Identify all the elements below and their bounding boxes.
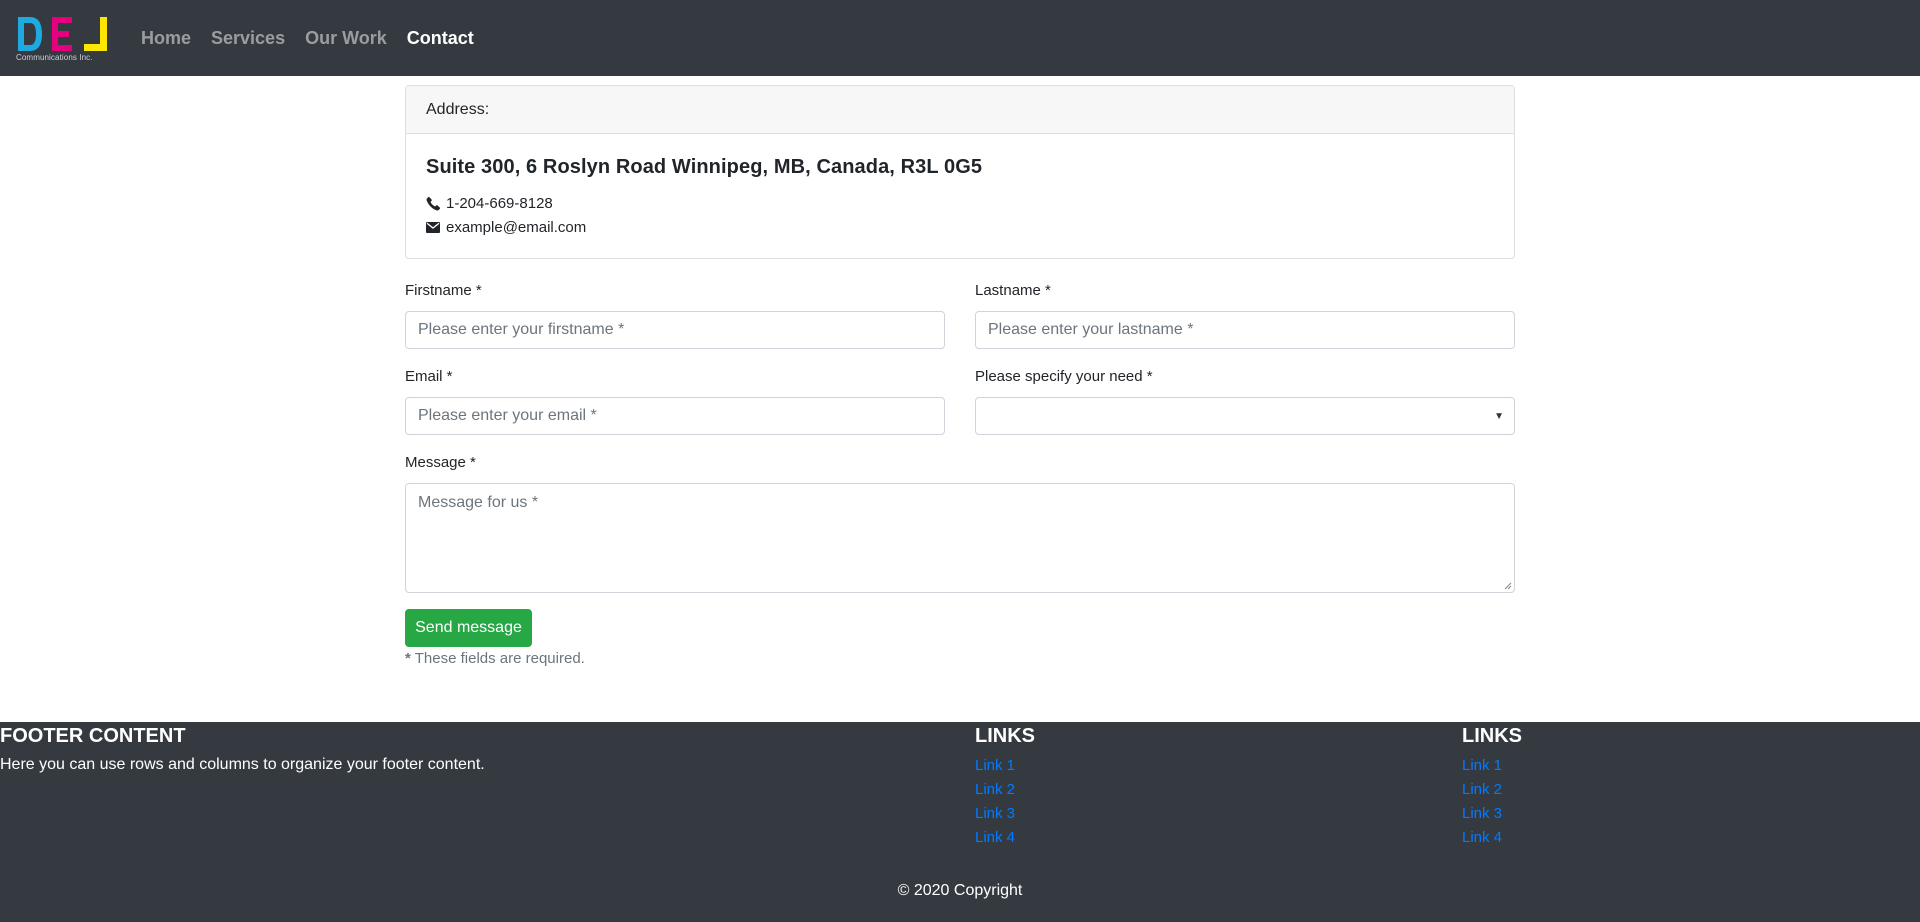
nav-link-our-work[interactable]: Our Work — [305, 28, 387, 49]
footer-link-2[interactable]: Link 2 — [1462, 778, 1522, 802]
phone-line: 1-204-669-8128 — [426, 191, 1494, 215]
email-group: Email * — [405, 366, 453, 388]
footer-link-3[interactable]: Link 3 — [975, 802, 1035, 826]
logo-subtitle: Communications Inc. — [16, 53, 93, 62]
email-address: example@email.com — [446, 218, 587, 236]
footer-content-column: FOOTER CONTENT Here you can use rows and… — [0, 722, 485, 774]
address-card: Address: Suite 300, 6 Roslyn Road Winnip… — [405, 85, 1515, 259]
email-label: Email * — [405, 368, 453, 385]
firstname-input[interactable]: Please enter your firstname * — [405, 311, 945, 349]
nav-link-services[interactable]: Services — [211, 28, 285, 49]
footer-link-4[interactable]: Link 4 — [975, 826, 1035, 850]
message-placeholder: Message for us * — [418, 494, 539, 511]
footer-link-2[interactable]: Link 2 — [975, 778, 1035, 802]
chevron-down-icon: ▼ — [1494, 410, 1504, 422]
phone-number: 1-204-669-8128 — [446, 194, 553, 212]
message-group: Message * — [405, 452, 476, 474]
copyright-text: © 2020 Copyright — [897, 882, 1023, 899]
address-card-header: Address: — [406, 86, 1514, 134]
footer-links-title: LINKS — [1462, 725, 1522, 747]
nav-link-home[interactable]: Home — [141, 28, 191, 49]
address-text: Suite 300, 6 Roslyn Road Winnipeg, MB, C… — [426, 156, 983, 178]
envelope-icon — [426, 221, 446, 233]
logo-mark-icon — [18, 17, 107, 51]
footer-link-1[interactable]: Link 1 — [975, 754, 1035, 778]
required-note-text: These fields are required. — [410, 650, 585, 667]
email-line: example@email.com — [426, 215, 1494, 239]
lastname-input[interactable]: Please enter your lastname * — [975, 311, 1515, 349]
resize-grip-icon[interactable] — [1502, 580, 1512, 590]
nav-links: Home Services Our Work Contact — [141, 28, 474, 49]
footer-links-column-2: LINKS Link 1 Link 2 Link 3 Link 4 — [1462, 722, 1522, 850]
required-note: * These fields are required. — [405, 650, 585, 667]
message-label: Message * — [405, 454, 476, 471]
footer-link-1[interactable]: Link 1 — [1462, 754, 1522, 778]
footer-links-title: LINKS — [975, 725, 1035, 747]
footer-content-text: Here you can use rows and columns to org… — [0, 756, 485, 773]
nav-link-contact[interactable]: Contact — [407, 28, 474, 49]
send-message-button[interactable]: Send message — [405, 609, 532, 647]
email-input[interactable]: Please enter your email * — [405, 397, 945, 435]
firstname-label: Firstname * — [405, 282, 482, 299]
address-card-body: Suite 300, 6 Roslyn Road Winnipeg, MB, C… — [406, 134, 1514, 239]
firstname-group: Firstname * — [405, 280, 482, 302]
footer-links-column-1: LINKS Link 1 Link 2 Link 3 Link 4 — [975, 722, 1035, 850]
need-select[interactable]: ▼ — [975, 397, 1515, 435]
footer: FOOTER CONTENT Here you can use rows and… — [0, 722, 1920, 922]
need-label: Please specify your need * — [975, 368, 1153, 385]
footer-content-title: FOOTER CONTENT — [0, 725, 186, 747]
footer-link-4[interactable]: Link 4 — [1462, 826, 1522, 850]
need-group: Please specify your need * — [975, 366, 1153, 388]
lastname-group: Lastname * — [975, 280, 1051, 302]
message-textarea[interactable]: Message for us * — [405, 483, 1515, 593]
phone-icon — [426, 196, 446, 211]
lastname-label: Lastname * — [975, 282, 1051, 299]
navbar: Communications Inc. Home Services Our Wo… — [0, 0, 1920, 76]
brand-logo[interactable]: Communications Inc. — [16, 14, 113, 62]
footer-link-3[interactable]: Link 3 — [1462, 802, 1522, 826]
